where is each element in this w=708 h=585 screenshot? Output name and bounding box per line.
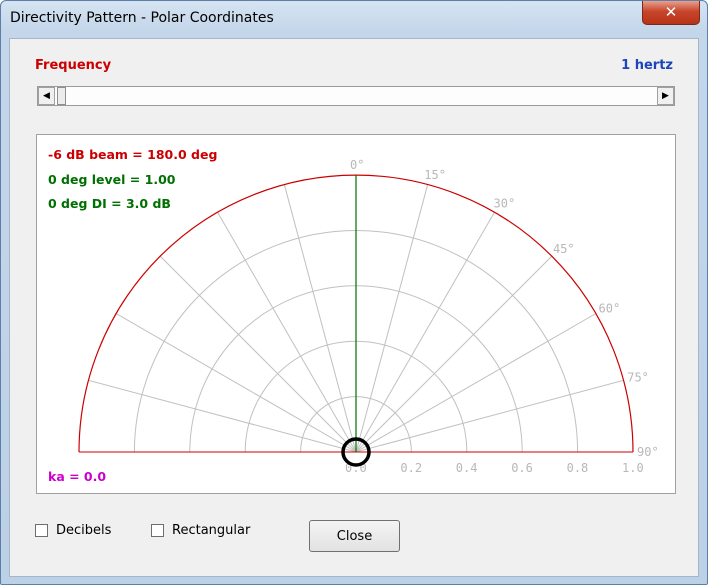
- grid-spoke: [283, 184, 357, 453]
- rectangular-option[interactable]: Rectangular: [151, 523, 250, 538]
- dialog-window: Directivity Pattern - Polar Coordinates …: [0, 0, 708, 585]
- frequency-scrollbar[interactable]: ◀ ▶: [37, 86, 675, 106]
- scroll-right-icon[interactable]: ▶: [657, 87, 674, 105]
- zero-deg-di-text: 0 deg DI = 3.0 dB: [48, 196, 171, 211]
- grid-spoke: [115, 313, 357, 453]
- zero-deg-level-text: 0 deg level = 1.00: [48, 172, 176, 187]
- grid-spoke: [355, 211, 495, 453]
- grid-spoke: [355, 313, 597, 453]
- grid-spoke: [355, 255, 553, 453]
- scroll-left-icon[interactable]: ◀: [38, 87, 55, 105]
- dialog-client-area: Frequency 1 hertz ◀ ▶ 0° 15° 30° 45° 60° 75° 9…: [9, 38, 699, 577]
- grid-spoke: [159, 255, 357, 453]
- rectangular-checkbox[interactable]: [151, 524, 164, 537]
- angle-tick-label: 60°: [599, 302, 621, 316]
- grid-spoke: [88, 379, 357, 453]
- beam-width-text: -6 dB beam = 180.0 deg: [48, 147, 218, 162]
- radial-tick-label: 0.2: [400, 461, 422, 475]
- radial-tick-label: 0.6: [511, 461, 533, 475]
- angle-tick-label: 0°: [350, 158, 364, 172]
- angle-tick-label: 30°: [494, 196, 516, 210]
- grid-spoke: [217, 211, 357, 453]
- ka-text: ka = 0.0: [48, 469, 107, 484]
- polar-plot-canvas: 0°15°30°45°60°75°90°0.0 0.2 0.4 0.6 0.8 1.0: [78, 158, 659, 475]
- angle-tick-label: 15°: [424, 168, 446, 182]
- radial-tick-label: 0.8: [567, 461, 589, 475]
- angle-tick-label: 90°: [637, 445, 659, 459]
- decibels-option[interactable]: Decibels: [35, 523, 111, 538]
- close-button[interactable]: Close: [309, 520, 400, 552]
- angle-tick-label: 75°: [627, 371, 649, 385]
- window-title: Directivity Pattern - Polar Coordinates: [10, 10, 274, 26]
- frequency-label: Frequency: [35, 58, 112, 73]
- rectangular-label[interactable]: Rectangular: [172, 523, 250, 538]
- grid-spoke: [355, 184, 429, 453]
- radial-tick-label: 1.0: [622, 461, 644, 475]
- radial-tick-label: 0.4: [456, 461, 478, 475]
- polar-plot: 0° 15° 30° 45° 60° 75° 90° 0.0 0.2 0.4 0.6 0.8 1.0 -…: [36, 134, 676, 494]
- decibels-checkbox[interactable]: [35, 524, 48, 537]
- grid-spoke: [355, 379, 624, 453]
- angle-tick-label: 45°: [553, 242, 575, 256]
- scrollbar-thumb[interactable]: [57, 87, 66, 105]
- frequency-value: 1 hertz: [621, 58, 673, 73]
- decibels-label[interactable]: Decibels: [56, 523, 111, 538]
- window-close-icon[interactable]: ✕: [642, 1, 700, 25]
